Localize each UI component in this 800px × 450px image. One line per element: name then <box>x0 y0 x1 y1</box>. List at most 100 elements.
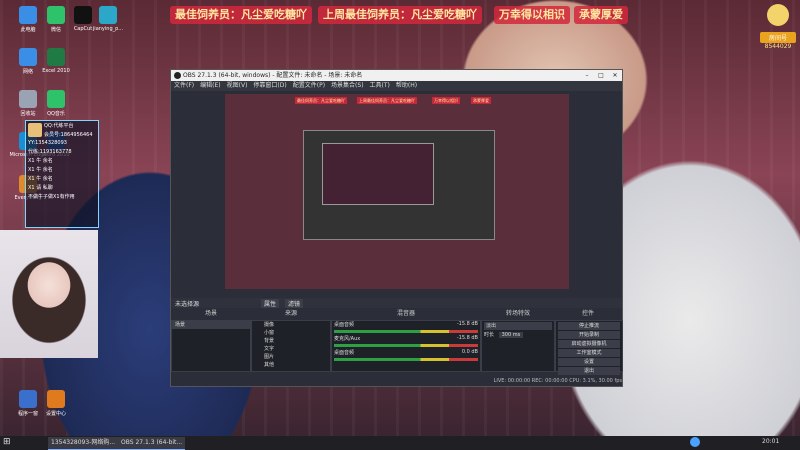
mixer-channel-name: 麦克风/Aux <box>334 336 361 342</box>
menu-item[interactable]: 停靠窗口(D) <box>253 82 286 89</box>
desktop-icon-label: 设置中心 <box>45 411 66 417</box>
room-number: 8544029 <box>764 43 792 50</box>
mixer-channel-db: 0.0 dB <box>461 349 478 355</box>
banner-lucky-meet: 万幸得以相识 <box>494 6 570 24</box>
control-button[interactable]: 停止推流 <box>558 322 620 330</box>
menu-item[interactable]: 文件(F) <box>174 82 194 89</box>
qq-info-row: X1 牛 余名 <box>28 167 53 173</box>
start-button[interactable]: ⊞ <box>3 437 11 447</box>
obs-title: OBS 27.1.3 (64-bit, windows) - 配置文件: 未命名… <box>183 72 363 79</box>
qq-info-row: X1 牛 余名 <box>28 158 53 164</box>
task-obs[interactable]: OBS 27.1.3 (64-bit... <box>118 437 186 450</box>
task-qq-chat[interactable]: 1354328093-网络购... <box>48 437 119 450</box>
source-item[interactable]: 摄像 <box>252 321 330 329</box>
controls-header: 控件 <box>555 310 621 318</box>
menu-item[interactable]: 帮助(H) <box>396 82 417 89</box>
app-icon <box>47 390 65 408</box>
app-icon <box>19 6 37 24</box>
transition-type-select[interactable]: 淡出 <box>484 322 552 330</box>
obs-window[interactable]: OBS 27.1.3 (64-bit, windows) - 配置文件: 未命名… <box>170 69 623 387</box>
preview-banner-2: 上周最佳饲养员：凡尘爱吃糖吖 <box>357 97 417 104</box>
app-icon <box>99 6 117 24</box>
mixer-channel-name: 桌面音频 <box>334 350 355 356</box>
source-item[interactable]: 其他 <box>252 361 330 369</box>
desktop-icon[interactable]: jianying_p... <box>88 6 128 32</box>
mixer-dock: 桌面音频 -15.8 dB 麦克风/Aux -15.8 dB 桌面音频 0.0 dB <box>331 320 481 372</box>
tray-assistant-icon[interactable] <box>690 437 700 447</box>
control-button[interactable]: 退出 <box>558 367 620 375</box>
obs-menubar: 文件(F) 编辑(E) 视图(V) 停靠窗口(D) 配置文件(P) 场景集合(S) 工具(T… <box>171 81 622 91</box>
taskbar: ⊞ 1354328093-网络购... OBS 27.1.3 (64-bit..… <box>0 436 800 450</box>
mixer-channel: 桌面音频 0.0 dB <box>332 349 480 361</box>
source-item[interactable]: 背景 <box>252 337 330 345</box>
obs-statusbar: LIVE: 00:00:00 REC: 00:00:00 CPU: 3.1%, … <box>171 376 622 386</box>
control-button[interactable]: 工作室模式 <box>558 349 620 357</box>
scenes-header: 场景 <box>171 310 251 318</box>
sources-header: 来源 <box>251 310 331 318</box>
scene-item[interactable]: 场景 <box>172 321 250 329</box>
desktop-icon[interactable]: 设置中心 <box>36 390 76 417</box>
qq-info-row: X1 牛 余名 <box>28 176 53 182</box>
obs-logo-icon <box>174 72 181 79</box>
desktop-icon-label: jianying_p... <box>92 26 124 32</box>
tray-clock: 20:01 <box>762 438 780 445</box>
maximize-button[interactable]: □ <box>594 70 608 81</box>
preview-banner-1: 最佳饲养员：凡尘爱吃糖吖 <box>295 97 347 104</box>
source-item[interactable]: 图片 <box>252 353 330 361</box>
desktop-icon-label: QQ音乐 <box>47 111 65 117</box>
source-item[interactable]: 小窗 <box>252 329 330 337</box>
sources-dock: 摄像 小窗 背景 文字 图片 其他 <box>251 320 331 372</box>
desktop-icon[interactable]: QQ音乐 <box>36 90 76 117</box>
transitions-dock: 淡出 时长 300 ms <box>481 320 555 372</box>
app-icon <box>19 48 37 66</box>
volume-meter[interactable] <box>334 358 478 361</box>
desktop-icon-label: Excel 2010 <box>42 68 70 74</box>
mixer-channel-name: 桌面音频 <box>334 322 355 328</box>
control-button[interactable]: 设置 <box>558 358 620 366</box>
menu-item[interactable]: 编辑(E) <box>200 82 220 89</box>
banner-grateful: 承蒙厚爱 <box>574 6 628 24</box>
properties-button[interactable]: 属性 <box>261 299 280 308</box>
qq-info-row: 代练:1193163778 <box>28 149 72 155</box>
desktop-icon[interactable]: Excel 2010 <box>36 48 76 74</box>
menu-item[interactable]: 工具(T) <box>370 82 390 89</box>
preview-banner-3: 万幸得以相识 <box>432 97 460 104</box>
duration-input[interactable]: 300 ms <box>498 332 524 338</box>
app-icon <box>47 48 65 66</box>
app-icon <box>47 90 65 108</box>
minimize-button[interactable]: – <box>580 70 594 81</box>
banner-best-keeper: 最佳饲养员：凡尘爱吃糖吖 <box>170 6 312 24</box>
source-item[interactable]: 文字 <box>252 345 330 353</box>
qq-info-row: YY:1354328093 <box>28 140 67 146</box>
menu-item[interactable]: 配置文件(P) <box>293 82 325 89</box>
mixer-channel-db: -15.8 dB <box>456 321 478 327</box>
mixer-header: 混音器 <box>331 310 481 318</box>
close-button[interactable]: ✕ <box>608 70 622 81</box>
transitions-header: 转场特效 <box>481 310 555 318</box>
qq-info-row: X1 请 私聊 <box>28 185 53 191</box>
app-icon <box>19 390 37 408</box>
room-badge: 房间号 8544029 <box>760 4 796 50</box>
room-pill: 房间号 <box>760 32 796 43</box>
streamer-camera <box>0 230 98 358</box>
duration-label: 时长 <box>484 332 495 338</box>
nested-preview <box>303 130 495 240</box>
qq-info-panel: QQ:代练平台 会员号:1864956464 YY:1354328093 代练:11… <box>25 120 99 228</box>
obs-preview[interactable]: 最佳饲养员：凡尘爱吃糖吖 上周最佳饲养员：凡尘爱吃糖吖 万幸得以相识 承蒙厚爱 <box>225 94 569 289</box>
obs-source-toolbar: 未选择源 属性 滤镜 <box>171 298 622 308</box>
volume-meter[interactable] <box>334 330 478 333</box>
mixer-channel: 麦克风/Aux -15.8 dB <box>332 335 480 347</box>
menu-item[interactable]: 视图(V) <box>227 82 248 89</box>
control-button[interactable]: 开始录制 <box>558 331 620 339</box>
menu-item[interactable]: 场景集合(S) <box>331 82 364 89</box>
controls-dock: 停止推流 开始录制 启动虚拟摄像机 工作室模式 设置 退出 <box>555 320 623 375</box>
filters-button[interactable]: 滤镜 <box>285 299 304 308</box>
control-button[interactable]: 启动虚拟摄像机 <box>558 340 620 348</box>
app-icon <box>19 90 37 108</box>
mixer-channel-db: -15.8 dB <box>456 335 478 341</box>
qq-avatar <box>28 123 42 137</box>
obs-titlebar[interactable]: OBS 27.1.3 (64-bit, windows) - 配置文件: 未命名… <box>171 70 622 81</box>
volume-meter[interactable] <box>334 344 478 347</box>
room-logo-icon <box>767 4 789 26</box>
mixer-channel: 桌面音频 -15.8 dB <box>332 321 480 333</box>
